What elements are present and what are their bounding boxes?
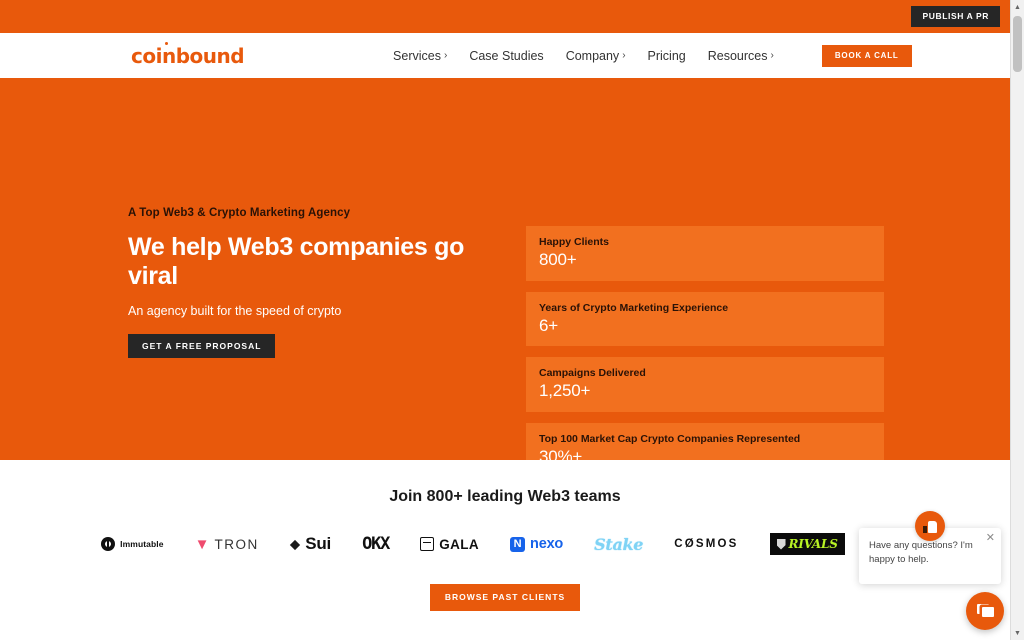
okx-logo-icon: OKX [362, 534, 390, 554]
nav-label: Resources [707, 48, 768, 63]
nexo-logo-icon: N [510, 536, 526, 552]
nav-label: Case Studies [469, 48, 544, 63]
stat-value: 800+ [539, 250, 577, 269]
scrollbar-up-arrow-icon[interactable]: ▲ [1011, 0, 1024, 14]
stat-label: Years of Crypto Marketing Experience [539, 301, 729, 314]
immutable-logo-icon [101, 537, 116, 551]
chevron-right-icon: › [622, 50, 626, 61]
nav-item-company[interactable]: Company › [566, 49, 626, 63]
page-scrollbar[interactable]: ▲ ▼ [1010, 0, 1024, 640]
scrollbar-down-arrow-icon[interactable]: ▼ [1011, 626, 1024, 640]
rivals-shield-icon [776, 538, 786, 550]
client-logo-nexo[interactable]: N nexo [510, 536, 563, 552]
top-utility-bar: PUBLISH A PR [0, 0, 1010, 33]
hero-stats-list: Happy Clients 800+ Years of Crypto Marke… [526, 226, 884, 460]
chevron-right-icon: › [770, 50, 774, 61]
stat-value: 30%+ [539, 447, 583, 460]
close-icon[interactable]: ✕ [986, 533, 995, 544]
hero-subheadline: An agency built for the speed of crypto [128, 303, 342, 318]
scrollbar-thumb[interactable] [1013, 16, 1022, 72]
thumbs-up-icon [923, 520, 937, 533]
hero-headline: We help Web3 companies go viral [128, 233, 465, 290]
client-logo-label: Immutable [120, 539, 164, 549]
publish-a-pr-button[interactable]: PUBLISH A PR [911, 6, 1000, 27]
client-logo-okx[interactable]: OKX [362, 534, 390, 554]
nav-item-services[interactable]: Services › [393, 49, 447, 63]
chat-agent-avatar [915, 511, 945, 541]
tron-logo-icon: ▼ [194, 535, 210, 553]
page-viewport: PUBLISH A PR coinbound Services › Case S… [0, 0, 1010, 640]
chat-greeting-message: Have any questions? I'm happy to help. [869, 540, 973, 565]
stat-card-campaigns-delivered: Campaigns Delivered 1,250+ [526, 357, 884, 413]
client-logo-label: TRON [214, 536, 259, 552]
stat-value: 1,250+ [539, 381, 591, 401]
logo-dot-icon [165, 41, 168, 45]
client-logo-label: GALA [439, 536, 480, 552]
get-a-free-proposal-button[interactable]: GET A FREE PROPOSAL [128, 333, 276, 358]
nav-label: Company [565, 48, 620, 63]
logo-text: coinbound [131, 43, 245, 68]
clients-title: Join 800+ leading Web3 teams [389, 488, 621, 505]
client-logo-gala[interactable]: GALA [420, 537, 479, 552]
stat-card-years-experience: Years of Crypto Marketing Experience 6+ [526, 291, 884, 347]
stat-label: Top 100 Market Cap Crypto Companies Repr… [539, 433, 801, 446]
chevron-right-icon: › [443, 50, 448, 61]
hero-copy-block: A Top Web3 & Crypto Marketing Agency We … [128, 207, 508, 358]
client-logo-tron[interactable]: ▼ TRON [195, 537, 259, 552]
nav-label: Services [393, 48, 441, 63]
book-a-call-button[interactable]: BOOK A CALL [821, 44, 912, 67]
client-logo-label: nexo [530, 536, 564, 552]
gala-cube-icon [420, 537, 435, 551]
browse-past-clients-button[interactable]: BROWSE PAST CLIENTS [429, 584, 581, 611]
stat-label: Happy Clients [539, 236, 610, 248]
nav-item-pricing[interactable]: Pricing [648, 49, 686, 63]
site-header: coinbound Services › Case Studies Compan… [0, 33, 1010, 78]
nav-item-case-studies[interactable]: Case Studies [469, 49, 543, 63]
client-logo-rivals[interactable]: RIVALS [769, 533, 845, 555]
cosmos-logo-icon: CØSMOS [674, 538, 739, 550]
nav-label: Pricing [647, 48, 686, 63]
client-logo-immutable[interactable]: Immutable [101, 537, 163, 551]
hero-section: A Top Web3 & Crypto Marketing Agency We … [0, 78, 1010, 460]
stat-card-happy-clients: Happy Clients 800+ [526, 226, 884, 281]
main-navigation: Services › Case Studies Company › Pricin… [393, 44, 912, 67]
client-logo-stake[interactable]: Stake [594, 535, 643, 554]
stat-card-top100-represented: Top 100 Market Cap Crypto Companies Repr… [526, 423, 884, 460]
client-logo-label: RIVALS [788, 537, 838, 551]
chat-bubble-icon [976, 603, 994, 619]
client-logo-label: Sui [305, 534, 332, 553]
browser-page: PUBLISH A PR coinbound Services › Case S… [0, 0, 1024, 640]
nav-item-resources[interactable]: Resources › [708, 49, 774, 63]
stat-value: 6+ [539, 315, 558, 335]
hero-eyebrow: A Top Web3 & Crypto Marketing Agency [128, 207, 351, 219]
stat-label: Campaigns Delivered [539, 367, 646, 380]
chat-launcher-button[interactable] [966, 592, 1004, 630]
browse-clients-wrap: BROWSE PAST CLIENTS [0, 584, 1010, 611]
stake-logo-icon: Stake [594, 534, 644, 554]
sui-droplet-icon: ⬥ [289, 535, 301, 553]
coinbound-logo[interactable]: coinbound [131, 41, 245, 68]
client-logo-cosmos[interactable]: CØSMOS [674, 538, 738, 550]
client-logo-sui[interactable]: ⬥ Sui [289, 534, 332, 554]
